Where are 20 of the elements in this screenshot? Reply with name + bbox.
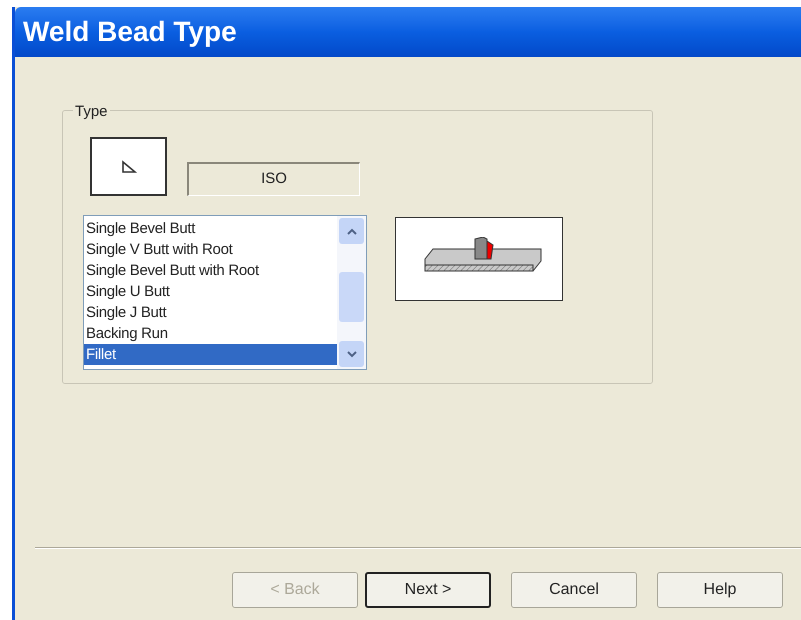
standard-field: ISO [187,162,360,196]
dialog-button[interactable]: Help [657,572,783,608]
scroll-up-button[interactable] [339,218,364,244]
list-item[interactable]: Single Bevel Butt [84,218,337,239]
list-item[interactable]: Single J Butt [84,302,337,323]
dialog-button[interactable]: Cancel [511,572,637,608]
list-item[interactable]: Single U Butt [84,281,337,302]
chevron-down-icon [346,350,356,358]
list-item[interactable]: Single Bevel Butt with Root [84,260,337,281]
list-item[interactable]: Backing Run [84,323,337,344]
list-item[interactable]: Fillet [84,344,337,365]
weld-type-list[interactable]: Single Bevel Butt Single V Butt with Root Single Bevel Butt with Root Single U Butt Single J Butt Backing Run Fillet [83,215,367,370]
window-title: Weld Bead Type [23,15,237,49]
scroll-thumb[interactable] [339,272,364,322]
scroll-down-button[interactable] [339,341,364,367]
list-item[interactable]: Single V Butt with Root [84,239,337,260]
triangle-icon [120,160,136,174]
scrollbar[interactable] [337,216,366,369]
chevron-up-icon [346,228,356,234]
dialog-button[interactable]: Next > [365,572,491,608]
